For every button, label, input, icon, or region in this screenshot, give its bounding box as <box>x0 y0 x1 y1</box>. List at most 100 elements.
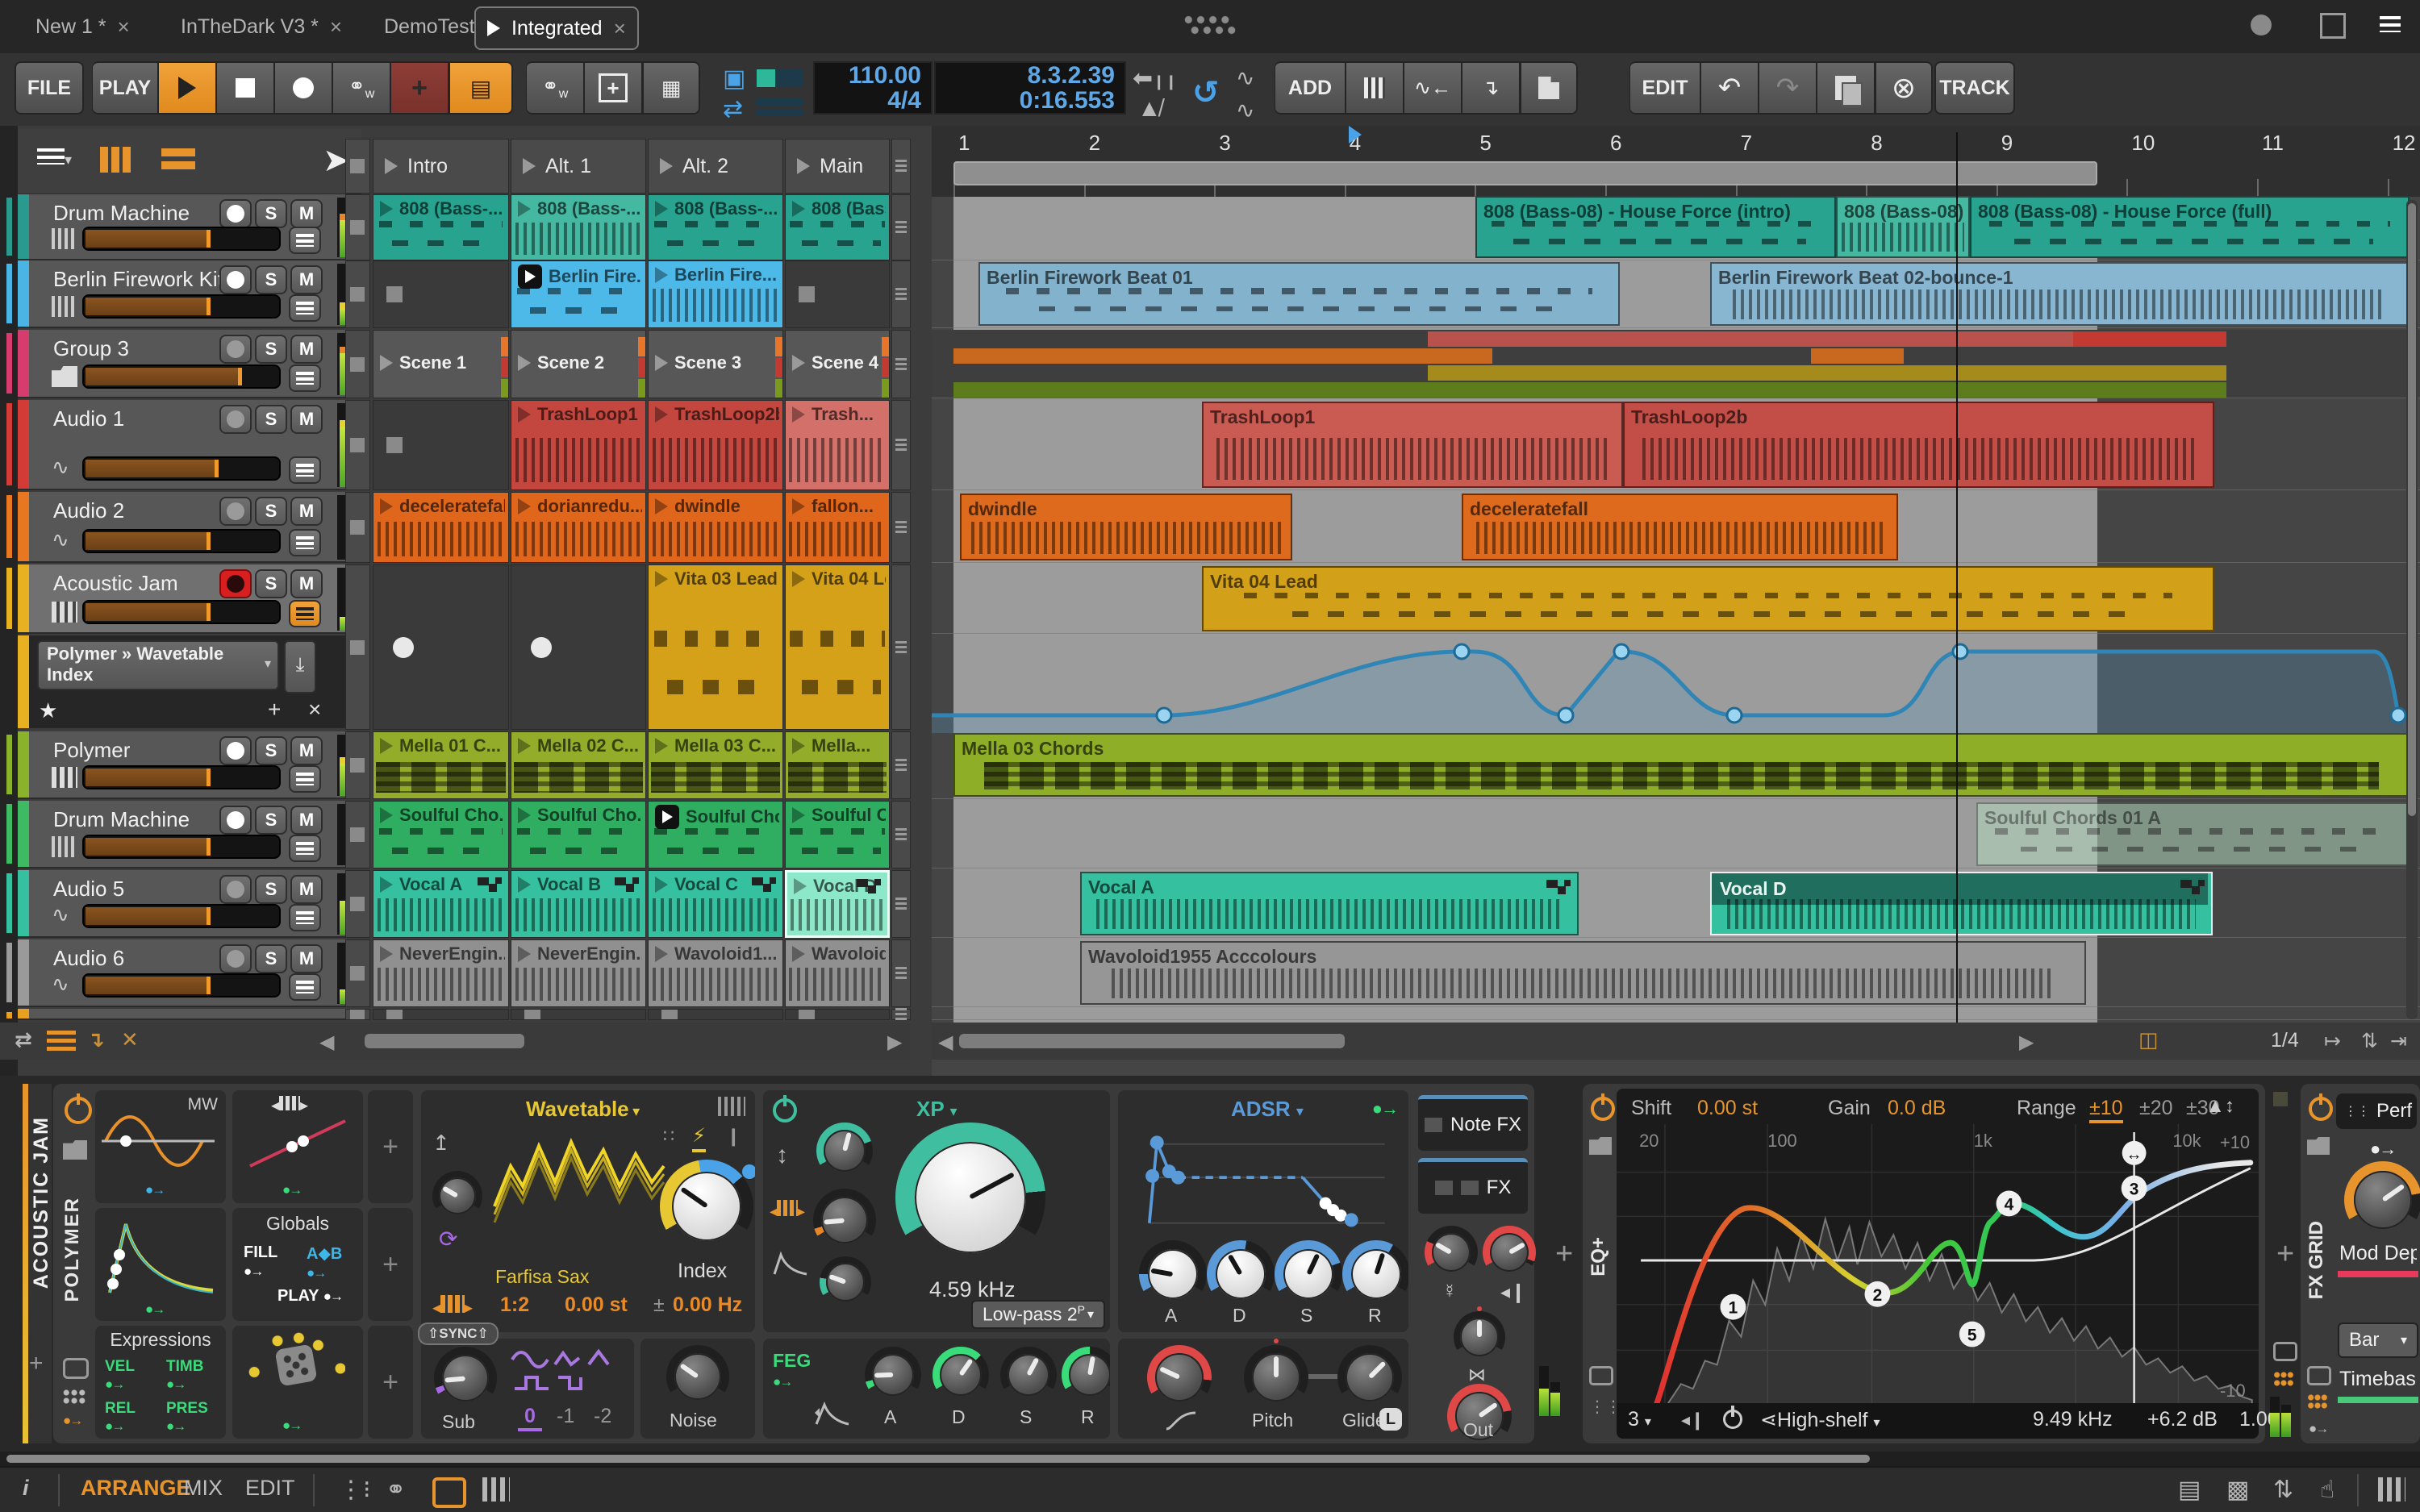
scene-cell[interactable]: Scene 3 <box>648 330 783 398</box>
volume-slider[interactable] <box>82 227 281 251</box>
launcher-scroll-right-icon[interactable]: ▶ <box>887 1031 902 1054</box>
solo-button[interactable]: S <box>255 405 287 434</box>
clip-cell[interactable]: 808 (Bass-... <box>373 194 509 260</box>
adsr-decay-knob[interactable] <box>1207 1240 1275 1308</box>
adsr-attack-knob[interactable] <box>1139 1240 1207 1308</box>
adaptive-grid-icon[interactable]: ⇅ <box>2361 1029 2378 1053</box>
clip-cell[interactable]: Trash... <box>785 400 890 490</box>
scene-options-cell[interactable] <box>891 492 911 563</box>
clip-cell[interactable] <box>511 564 646 730</box>
scene-options-cell[interactable] <box>891 260 911 328</box>
dropdown-icon[interactable]: ▾ <box>632 1103 640 1119</box>
arranger-vscrollbar-thumb[interactable] <box>2408 203 2416 816</box>
eq-curve-graph[interactable]: ↔ 1 2 3 4 5 20 100 1k 10k +10 -10 <box>1617 1124 2259 1408</box>
mod-source-icon[interactable]: ●→ <box>1372 1098 1399 1119</box>
add-effect-track-icon[interactable]: ↴ <box>1462 61 1520 115</box>
record-arm-button[interactable] <box>219 875 252 904</box>
position-display[interactable]: 8.3.2.39 0:16.553 <box>934 61 1126 115</box>
clip-cell[interactable] <box>373 400 509 490</box>
clip-stop-cell[interactable] <box>345 939 370 1007</box>
undo-button[interactable]: ↶ <box>1700 61 1759 115</box>
grid-edit-icon[interactable] <box>2273 1371 2294 1387</box>
automation-pin-button[interactable]: ⤓ <box>284 640 316 694</box>
zoom-fit-icon[interactable]: ⇥ <box>2390 1029 2407 1053</box>
mute-button[interactable]: M <box>290 736 323 765</box>
clip-cell[interactable]: 808 (Bass-... <box>785 194 890 260</box>
record-arm-button[interactable] <box>219 736 252 765</box>
arranger-clip[interactable]: Soulful Chords 01 A <box>1976 802 2410 866</box>
fx-slot[interactable]: FX <box>1418 1158 1528 1214</box>
file-menu-button[interactable]: FILE <box>15 61 84 115</box>
mute-button[interactable]: M <box>290 569 323 598</box>
clip-cell[interactable]: Vocal B <box>511 870 646 938</box>
wavetable-display[interactable] <box>490 1126 668 1263</box>
mix-view-button[interactable]: MIX <box>184 1476 223 1501</box>
clip-cell[interactable]: Berlin Fire... <box>648 260 783 328</box>
preset-folder-icon[interactable] <box>1589 1137 1612 1155</box>
volume-slider[interactable] <box>82 600 281 624</box>
play-button[interactable] <box>158 61 216 115</box>
alt-takes-icon[interactable] <box>752 877 776 895</box>
volume-slider[interactable] <box>82 835 281 859</box>
clip-cell[interactable] <box>511 1009 646 1020</box>
add-menu-button[interactable]: ADD <box>1275 61 1346 115</box>
arranger-scroll-left-icon[interactable]: ◀ <box>938 1031 953 1054</box>
group-mini-clip[interactable] <box>1428 365 2226 381</box>
edit-cursor-marker[interactable] <box>1349 126 1362 144</box>
alt-takes-icon[interactable] <box>615 877 639 895</box>
visualizer-icon[interactable] <box>718 1097 745 1116</box>
device-power-icon[interactable] <box>2309 1097 2333 1125</box>
semitone-value[interactable]: 0.00 st <box>565 1293 628 1317</box>
track-row-acoustic-jam[interactable]: Acoustic Jam S M <box>18 564 361 634</box>
clip-cell[interactable]: Berlin Fire... <box>511 260 646 328</box>
record-arm-button[interactable] <box>219 265 252 294</box>
volume-slider[interactable] <box>82 904 281 928</box>
device-name[interactable]: POLYMER <box>61 1197 84 1302</box>
phase-random-icon[interactable]: ⟳ <box>439 1226 457 1252</box>
remove-automation-button[interactable]: × <box>308 697 321 723</box>
project-tab[interactable]: InTheDark V3 * × <box>169 6 353 47</box>
record-arm-button[interactable] <box>219 497 252 526</box>
clip-cell[interactable]: 808 (Bass-... <box>648 194 783 260</box>
redo-button[interactable]: ↷ <box>1759 61 1817 115</box>
snap-toggle-icon[interactable]: ↦ <box>2324 1029 2341 1053</box>
feg-attack-knob[interactable] <box>865 1347 921 1403</box>
remote-controls-icon[interactable] <box>1589 1366 1613 1385</box>
scene-cell[interactable]: Scene 1 <box>373 330 509 398</box>
adsr-release-knob[interactable] <box>1342 1240 1408 1308</box>
mod-depth-knob[interactable] <box>2344 1161 2420 1239</box>
clip-cell[interactable] <box>648 1009 783 1020</box>
arranger-vscrollbar[interactable] <box>2406 200 2418 1019</box>
remote-controls-icon[interactable] <box>2273 1342 2297 1361</box>
track-menu-button[interactable]: TRACK <box>1934 61 2015 115</box>
close-icon[interactable]: × <box>118 15 130 40</box>
timesig-value[interactable]: 4/4 <box>824 88 921 114</box>
delete-button[interactable]: ⊗ <box>1875 61 1933 115</box>
group-mini-clip[interactable] <box>2073 331 2226 347</box>
mod-slot-envelope[interactable]: ●→ <box>95 1208 226 1321</box>
arranger-clip[interactable]: deceleratefall <box>1462 494 1898 560</box>
insert-device-button[interactable]: + <box>1555 1237 1573 1272</box>
scene-options-cell[interactable] <box>891 1009 911 1020</box>
info-icon[interactable]: i <box>23 1476 29 1501</box>
clip-stop-icon[interactable] <box>661 1010 678 1019</box>
solo-button[interactable]: S <box>255 569 287 598</box>
clip-cell[interactable]: Vocal D <box>785 870 890 938</box>
mute-button[interactable]: M <box>290 944 323 973</box>
mod-slot-keytrack[interactable]: ◂ ▸ ●→ <box>232 1090 363 1203</box>
pan-knob[interactable] <box>1454 1306 1505 1363</box>
modulation-out-icon[interactable]: ●→ <box>63 1413 83 1429</box>
filter-drive-knob[interactable] <box>816 1123 873 1179</box>
clip-stop-icon[interactable] <box>386 1010 403 1019</box>
track-row-partial[interactable] <box>18 1009 361 1020</box>
track-row-audio-5[interactable]: Audio 5 S M ∿ <box>18 870 361 938</box>
modulation-out-icon[interactable]: ●→ <box>2309 1421 2329 1437</box>
arranger-scrollbar[interactable] <box>959 1032 2008 1050</box>
scene-cell[interactable]: Scene 2 <box>511 330 646 398</box>
clip-stop-cell[interactable] <box>345 260 370 328</box>
mute-button[interactable]: M <box>290 199 323 228</box>
track-row-audio-1[interactable]: Audio 1 S M ∿ <box>18 400 361 490</box>
filter-type-value[interactable]: XP <box>916 1097 944 1121</box>
scene-options-cell[interactable] <box>891 564 911 730</box>
clip-stop-cell[interactable] <box>345 400 370 490</box>
